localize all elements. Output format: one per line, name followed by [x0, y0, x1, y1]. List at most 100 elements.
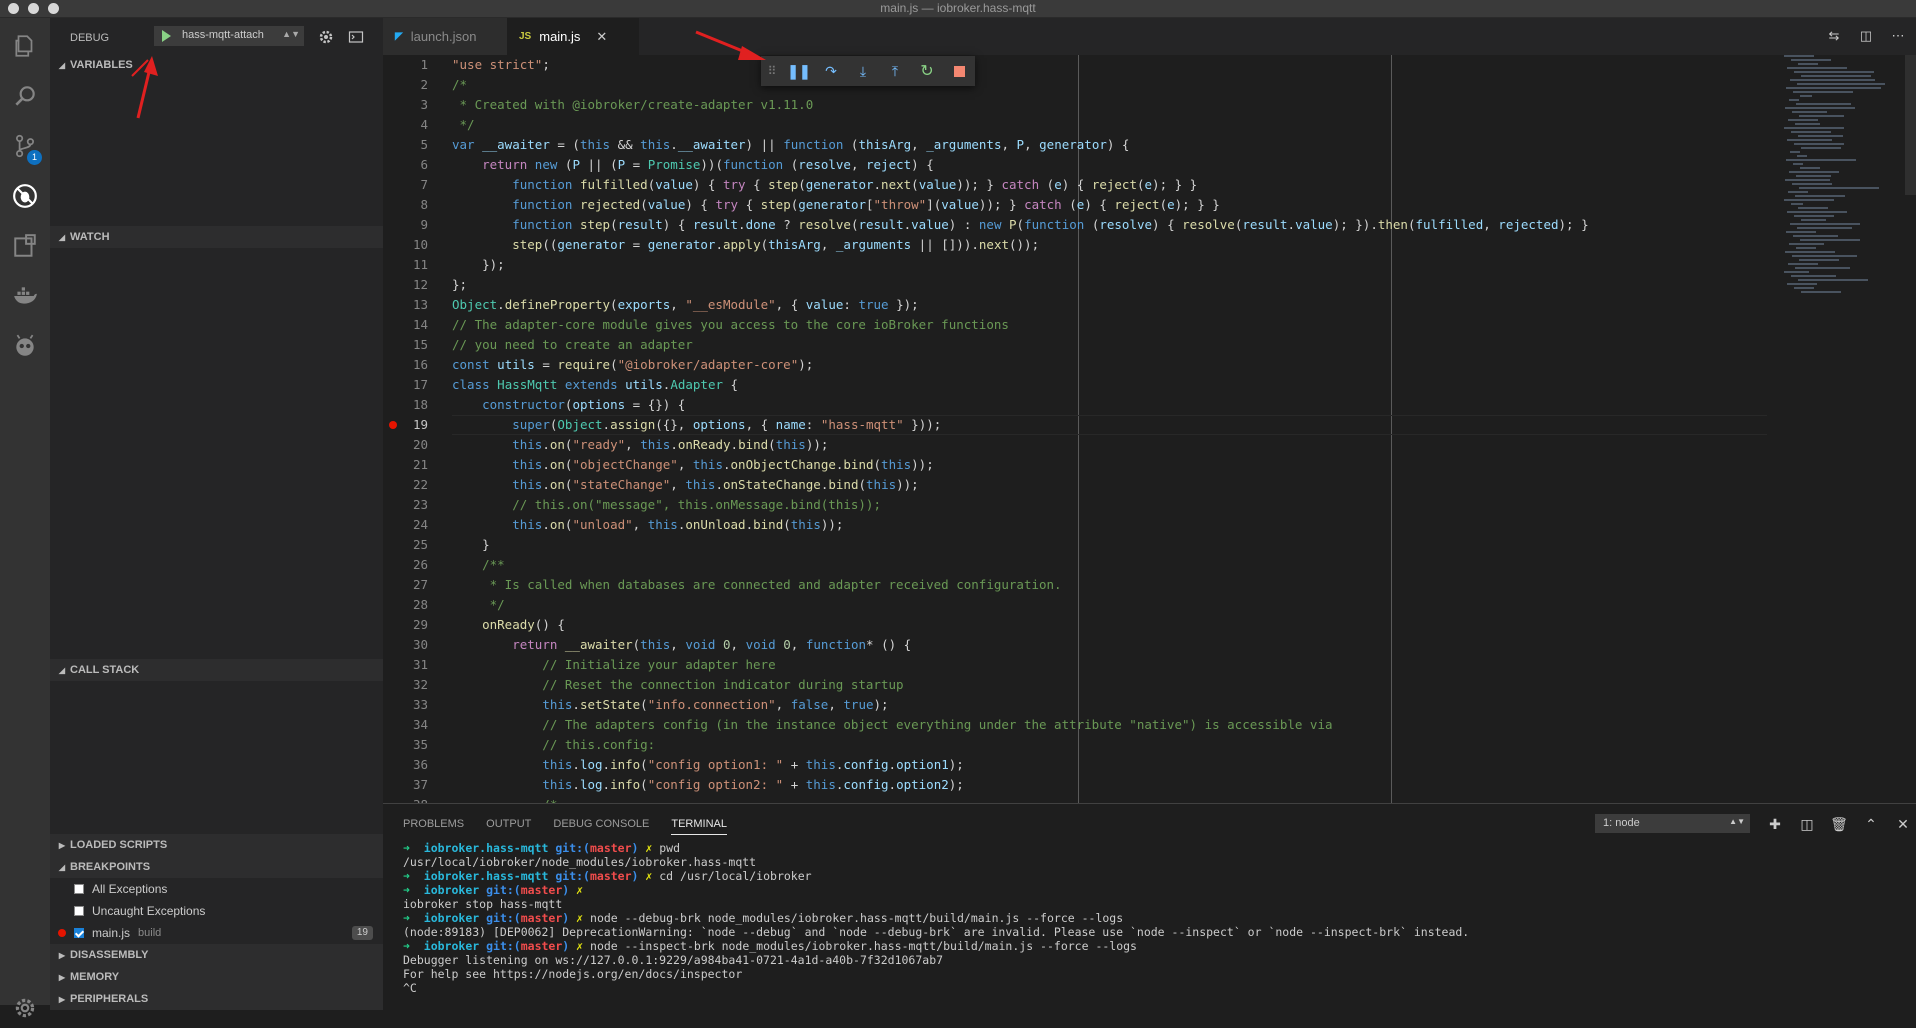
open-changes-icon[interactable]: ⇆: [1826, 28, 1842, 44]
maximize-panel-icon[interactable]: ⌃: [1862, 815, 1880, 833]
more-actions-icon[interactable]: ⋯: [1890, 28, 1906, 44]
editor-scrollbar[interactable]: [1905, 55, 1916, 195]
step-out-button[interactable]: ⤒: [879, 56, 911, 86]
line-number[interactable]: 32: [383, 675, 428, 695]
code-line: this.on("unload", this.onUnload.bind(thi…: [512, 517, 844, 532]
explorer-icon[interactable]: [0, 26, 50, 66]
line-number[interactable]: 30: [383, 635, 428, 655]
line-number[interactable]: 36: [383, 755, 428, 775]
new-terminal-icon[interactable]: ✚: [1766, 815, 1784, 833]
line-number[interactable]: 37: [383, 775, 428, 795]
line-number[interactable]: 18: [383, 395, 428, 415]
collapse-triangle-icon: ◢: [58, 60, 66, 70]
restart-button[interactable]: ↻: [911, 56, 943, 86]
line-number[interactable]: 20: [383, 435, 428, 455]
line-number[interactable]: 31: [383, 655, 428, 675]
line-number[interactable]: 35: [383, 735, 428, 755]
terminal-select[interactable]: 1: node ▲▼: [1595, 814, 1750, 833]
terminal-line: /usr/local/iobroker/node_modules/iobroke…: [403, 855, 757, 869]
tab-main-js[interactable]: JS main.js ✕: [507, 18, 639, 55]
docker-icon[interactable]: [0, 276, 50, 316]
line-number[interactable]: 7: [383, 175, 428, 195]
line-number[interactable]: 6: [383, 155, 428, 175]
tab-debug-console[interactable]: DEBUG CONSOLE: [553, 818, 649, 835]
line-number[interactable]: 14: [383, 315, 428, 335]
minimap[interactable]: [1784, 55, 1904, 295]
line-number[interactable]: 9: [383, 215, 428, 235]
line-number[interactable]: 33: [383, 695, 428, 715]
uncaught-exceptions-checkbox[interactable]: [74, 906, 84, 916]
step-into-button[interactable]: ⤓: [847, 56, 879, 86]
line-number[interactable]: 29: [383, 615, 428, 635]
launch-config-select[interactable]: hass-mqtt-attach ▲▼: [154, 26, 304, 46]
line-number[interactable]: 15: [383, 335, 428, 355]
line-number[interactable]: 23: [383, 495, 428, 515]
code-editor[interactable]: 1 2 3 4 5 6 7 8 9 10 11 12 13 14 15 16 17 18 19 20 21 22 23 24 2…: [383, 55, 1916, 803]
close-panel-icon[interactable]: ✕: [1894, 815, 1912, 833]
minimap-line: [1792, 255, 1857, 257]
debug-icon[interactable]: [0, 176, 50, 216]
line-number[interactable]: 17: [383, 375, 428, 395]
line-number[interactable]: 13: [383, 295, 428, 315]
line-number[interactable]: 25: [383, 535, 428, 555]
call-stack-section-header[interactable]: ◢ CALL STACK: [50, 659, 383, 681]
line-number[interactable]: 34: [383, 715, 428, 735]
trash-icon[interactable]: 🗑: [1830, 815, 1848, 833]
disassembly-section-header[interactable]: ▶ DISASSEMBLY: [50, 944, 383, 966]
line-number[interactable]: 24: [383, 515, 428, 535]
code-line: this.on("ready", this.onReady.bind(this)…: [512, 437, 829, 452]
extensions-icon[interactable]: [0, 226, 50, 266]
tab-output[interactable]: OUTPUT: [486, 818, 531, 835]
loaded-scripts-section-header[interactable]: ▶ LOADED SCRIPTS: [50, 834, 383, 856]
tab-launch-json[interactable]: ◤ launch.json: [383, 18, 518, 55]
code-line: /*: [452, 77, 468, 92]
all-exceptions-row[interactable]: All Exceptions: [50, 878, 407, 900]
tab-terminal[interactable]: TERMINAL: [671, 818, 727, 835]
line-number[interactable]: 38: [383, 795, 428, 803]
gear-icon[interactable]: [318, 29, 334, 45]
search-icon[interactable]: [0, 76, 50, 116]
debug-console-icon[interactable]: [348, 29, 364, 45]
source-control-icon[interactable]: 1: [0, 126, 50, 166]
line-number[interactable]: 10: [383, 235, 428, 255]
watch-section-header[interactable]: ◢ WATCH: [50, 226, 383, 248]
minimap-line: [1793, 235, 1838, 237]
line-number[interactable]: 1: [383, 55, 428, 75]
minimap-line: [1793, 91, 1853, 93]
line-number[interactable]: 4: [383, 115, 428, 135]
breakpoints-section-header[interactable]: ◢ BREAKPOINTS: [50, 856, 383, 878]
line-number[interactable]: 28: [383, 595, 428, 615]
close-icon[interactable]: ✕: [596, 29, 607, 45]
breakpoint-item[interactable]: main.js build 19: [50, 922, 383, 944]
line-number[interactable]: 12: [383, 275, 428, 295]
line-number[interactable]: 5: [383, 135, 428, 155]
split-terminal-icon[interactable]: ◫: [1798, 815, 1816, 833]
line-number[interactable]: 11: [383, 255, 428, 275]
start-debugging-icon[interactable]: [162, 30, 171, 42]
line-number[interactable]: 27: [383, 575, 428, 595]
pause-button[interactable]: ❚❚: [783, 56, 815, 86]
memory-section-header[interactable]: ▶ MEMORY: [50, 966, 383, 988]
variables-label: VARIABLES: [70, 59, 133, 71]
platformio-icon[interactable]: [0, 326, 50, 366]
line-number[interactable]: 16: [383, 355, 428, 375]
all-exceptions-checkbox[interactable]: [74, 884, 84, 894]
breakpoint-dot-icon[interactable]: [389, 421, 397, 429]
uncaught-exceptions-row[interactable]: Uncaught Exceptions: [50, 900, 407, 922]
line-number[interactable]: 8: [383, 195, 428, 215]
line-number[interactable]: 3: [383, 95, 428, 115]
minimap-line: [1798, 63, 1818, 65]
line-number[interactable]: 21: [383, 455, 428, 475]
step-over-button[interactable]: ↷: [815, 56, 847, 86]
peripherals-section-header[interactable]: ▶ PERIPHERALS: [50, 988, 383, 1010]
line-number[interactable]: 22: [383, 475, 428, 495]
split-editor-icon[interactable]: ◫: [1858, 28, 1874, 44]
line-number[interactable]: 26: [383, 555, 428, 575]
tab-problems[interactable]: PROBLEMS: [403, 818, 464, 835]
line-number[interactable]: 2: [383, 75, 428, 95]
minimap-line: [1799, 187, 1879, 189]
terminal-line: ➜ iobroker git:(master) ✗ node --inspect…: [403, 939, 1137, 953]
settings-gear-icon[interactable]: [0, 988, 50, 1028]
stop-button[interactable]: [943, 56, 975, 86]
breakpoint-checkbox[interactable]: [74, 928, 84, 938]
